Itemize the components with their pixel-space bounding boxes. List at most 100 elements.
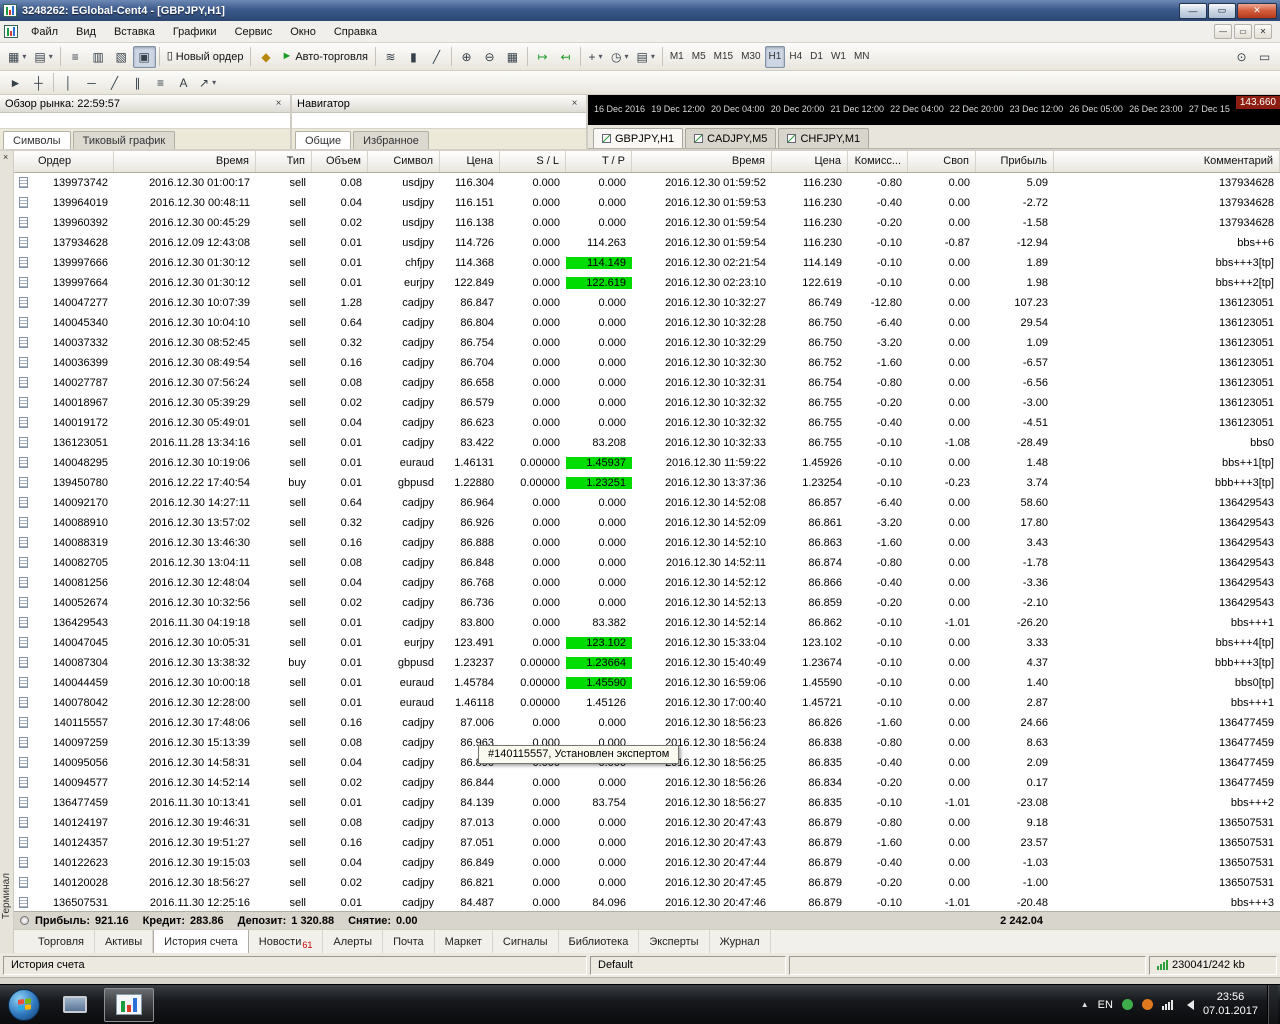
table-row[interactable]: 1399976662016.12.30 01:30:12sell0.01chfj…	[14, 253, 1280, 273]
table-row[interactable]: 1400873042016.12.30 13:38:32buy0.01gbpus…	[14, 653, 1280, 673]
timeframe-button[interactable]: D1	[806, 46, 827, 68]
crosshair-button[interactable]: ┼	[27, 73, 50, 92]
connection-status[interactable]: 230041/242 kb	[1149, 956, 1277, 975]
taskbar-clock[interactable]: 23:56 07.01.2017	[1203, 991, 1258, 1019]
table-row[interactable]: 1379346282016.12.09 12:43:08sell0.01usdj…	[14, 233, 1280, 253]
close-icon[interactable]: ×	[272, 98, 285, 109]
table-row[interactable]: 1400482952016.12.30 10:19:06sell0.01eura…	[14, 453, 1280, 473]
table-row[interactable]: 1399603922016.12.30 00:45:29sell0.02usdj…	[14, 213, 1280, 233]
terminal-tab[interactable]: Эксперты	[639, 930, 709, 953]
column-header[interactable]: Символ	[368, 151, 440, 172]
auto-trading-button[interactable]: ►Авто-торговля	[277, 46, 372, 68]
auto-scroll-button[interactable]: ↦	[531, 46, 554, 68]
line-chart-button[interactable]: ╱	[425, 46, 448, 68]
column-header[interactable]: Цена	[440, 151, 500, 172]
column-header[interactable]: Ордер	[14, 151, 114, 172]
table-row[interactable]: 1400444592016.12.30 10:00:18sell0.01eura…	[14, 673, 1280, 693]
column-header[interactable]: Тип	[256, 151, 312, 172]
timeframe-button[interactable]: MN	[850, 46, 874, 68]
table-row[interactable]: 1400373322016.12.30 08:52:45sell0.32cadj…	[14, 333, 1280, 353]
panel-tab[interactable]: Избранное	[353, 131, 429, 149]
column-header[interactable]: Цена	[772, 151, 848, 172]
terminal-tab[interactable]: Сигналы	[493, 930, 559, 953]
terminal-tab[interactable]: Активы	[95, 930, 153, 953]
menu-item[interactable]: Файл	[22, 24, 67, 40]
hidden-icons-button[interactable]: ▲	[1081, 1000, 1089, 1009]
menu-item[interactable]: Сервис	[226, 24, 282, 40]
horizontal-line-button[interactable]: ─	[80, 73, 103, 92]
expert-advisors-button[interactable]: ◆	[254, 46, 277, 68]
market-watch-toggle[interactable]: ≡	[64, 46, 87, 68]
table-row[interactable]: 1400827052016.12.30 13:04:11sell0.08cadj…	[14, 553, 1280, 573]
close-button[interactable]: ✕	[1237, 3, 1277, 19]
table-row[interactable]: 1400883192016.12.30 13:46:30sell0.16cadj…	[14, 533, 1280, 553]
antivirus-tray-icon[interactable]	[1122, 999, 1133, 1010]
table-row[interactable]: 1400526742016.12.30 10:32:56sell0.02cadj…	[14, 593, 1280, 613]
column-header[interactable]: Время	[632, 151, 772, 172]
taskbar-app-1[interactable]	[50, 988, 100, 1022]
chart-time-axis[interactable]: 16 Dec 201619 Dec 12:0020 Dec 04:0020 De…	[588, 95, 1280, 125]
vertical-line-button[interactable]: │	[57, 73, 80, 92]
close-icon[interactable]: ×	[568, 98, 581, 109]
timeframe-button[interactable]: H1	[765, 46, 786, 68]
table-row[interactable]: 1400470452016.12.30 10:05:31sell0.01eurj…	[14, 633, 1280, 653]
table-row[interactable]: 1364774592016.11.30 10:13:41sell0.01cadj…	[14, 793, 1280, 813]
feedback-button[interactable]: ▭	[1253, 46, 1276, 68]
table-row[interactable]: 1399976642016.12.30 01:30:12sell0.01eurj…	[14, 273, 1280, 293]
trendline-button[interactable]: ╱	[103, 73, 126, 92]
minimize-button[interactable]: —	[1179, 3, 1207, 19]
panel-tab[interactable]: Тиковый график	[73, 131, 176, 149]
menu-item[interactable]: Справка	[325, 24, 386, 40]
new-order-button[interactable]: ▯Новый ордер	[163, 46, 248, 68]
language-indicator[interactable]: EN	[1098, 999, 1113, 1011]
network-icon[interactable]	[1162, 1000, 1173, 1010]
column-header[interactable]: Время	[114, 151, 256, 172]
table-row[interactable]: 1399640192016.12.30 00:48:11sell0.04usdj…	[14, 193, 1280, 213]
panel-tab[interactable]: Символы	[3, 131, 71, 149]
table-row[interactable]: 1401241972016.12.30 19:46:31sell0.08cadj…	[14, 813, 1280, 833]
cursor-button[interactable]: ►	[4, 73, 27, 92]
market-watch-header[interactable]: Обзор рынка: 22:59:57 ×	[0, 95, 290, 113]
timeframe-button[interactable]: M15	[710, 46, 737, 68]
bar-chart-button[interactable]: ≋	[379, 46, 402, 68]
chart-close-button[interactable]: ✕	[1254, 24, 1272, 39]
table-row[interactable]: 1399737422016.12.30 01:00:17sell0.08usdj…	[14, 173, 1280, 193]
timeframe-button[interactable]: H4	[785, 46, 806, 68]
zoom-out-button[interactable]: ⊖	[478, 46, 501, 68]
table-row[interactable]: 1400889102016.12.30 13:57:02sell0.32cadj…	[14, 513, 1280, 533]
table-row[interactable]: 1400921702016.12.30 14:27:11sell0.64cadj…	[14, 493, 1280, 513]
table-row[interactable]: 1400189672016.12.30 05:39:29sell0.02cadj…	[14, 393, 1280, 413]
indicators-button[interactable]: +▾	[584, 46, 607, 68]
table-row[interactable]: 1401243572016.12.30 19:51:27sell0.16cadj…	[14, 833, 1280, 853]
table-row[interactable]: 1400780422016.12.30 12:28:00sell0.01eura…	[14, 693, 1280, 713]
profile-status[interactable]: Default	[590, 956, 786, 975]
menu-item[interactable]: Вид	[67, 24, 105, 40]
terminal-tab[interactable]: Библиотека	[559, 930, 640, 953]
candlestick-button[interactable]: ▮	[402, 46, 425, 68]
terminal-tab[interactable]: Новости61	[249, 930, 324, 953]
table-row[interactable]: 1365075312016.11.30 12:25:16sell0.01cadj…	[14, 893, 1280, 911]
table-row[interactable]: 1400191722016.12.30 05:49:01sell0.04cadj…	[14, 413, 1280, 433]
restore-button[interactable]: ▭	[1208, 3, 1236, 19]
menu-item[interactable]: Вставка	[105, 24, 164, 40]
update-tray-icon[interactable]	[1142, 999, 1153, 1010]
show-desktop-button[interactable]	[1267, 985, 1278, 1024]
column-header[interactable]: T / P	[566, 151, 632, 172]
column-header[interactable]: Комисс...	[848, 151, 908, 172]
terminal-tab[interactable]: Почта	[383, 930, 435, 953]
column-header[interactable]: Объем	[312, 151, 368, 172]
search-button[interactable]: ⊙	[1230, 46, 1253, 68]
table-row[interactable]: 1401200282016.12.30 18:56:27sell0.02cadj…	[14, 873, 1280, 893]
terminal-tab[interactable]: Торговля	[28, 930, 95, 953]
column-header[interactable]: Прибыль	[976, 151, 1054, 172]
chart-window-icon[interactable]	[4, 25, 18, 38]
tile-windows-button[interactable]: ▦	[501, 46, 524, 68]
fibonacci-button[interactable]: ≡	[149, 73, 172, 92]
table-row[interactable]: 1394507802016.12.22 17:40:54buy0.01gbpus…	[14, 473, 1280, 493]
timeframe-button[interactable]: W1	[827, 46, 850, 68]
periods-button[interactable]: ◷▾	[607, 46, 633, 68]
column-header[interactable]: Комментарий	[1054, 151, 1280, 172]
table-row[interactable]: 1400277872016.12.30 07:56:24sell0.08cadj…	[14, 373, 1280, 393]
terminal-tab[interactable]: Алерты	[323, 930, 383, 953]
navigator-header[interactable]: Навигатор ×	[292, 95, 586, 113]
